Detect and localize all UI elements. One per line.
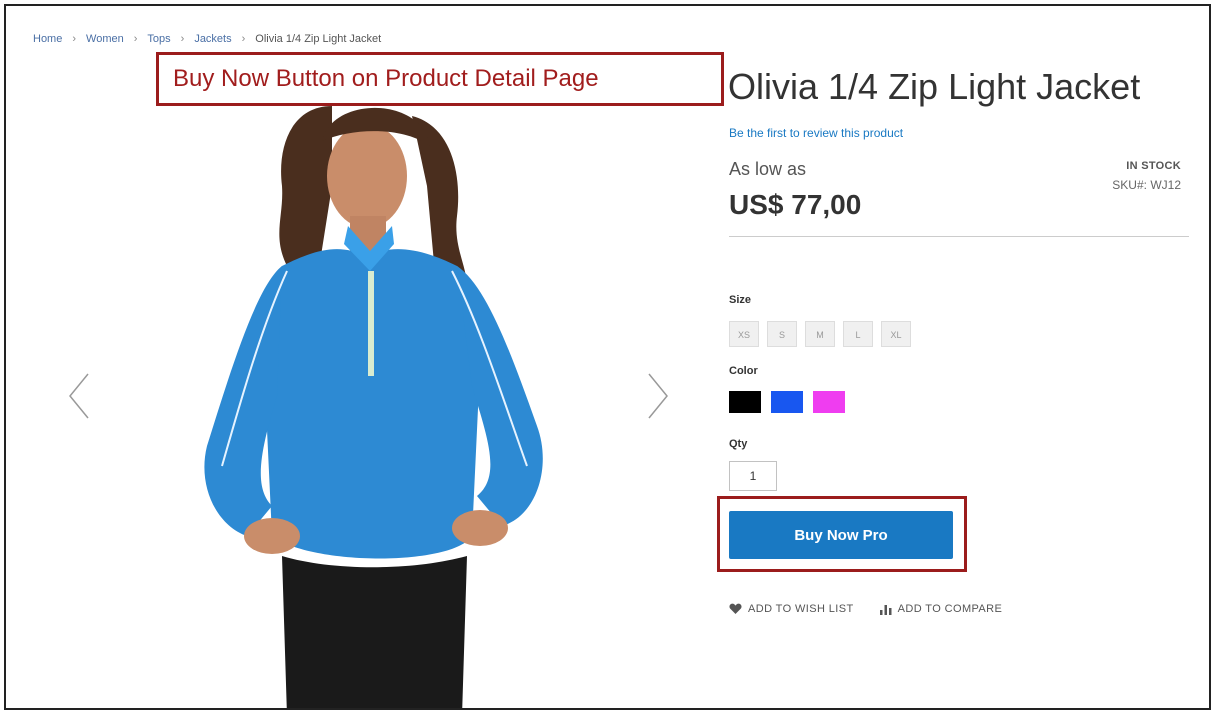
product-image: [204, 106, 543, 708]
size-option-xl[interactable]: XL: [881, 321, 911, 347]
add-to-wishlist-link[interactable]: ADD TO WISH LIST: [729, 603, 854, 615]
size-option-xs[interactable]: XS: [729, 321, 759, 347]
heart-icon: [729, 603, 742, 614]
stock-status: IN STOCK: [1126, 160, 1181, 172]
color-swatch-black[interactable]: [729, 391, 761, 413]
review-link[interactable]: Be the first to review this product: [729, 126, 903, 140]
size-label: Size: [729, 294, 752, 306]
compare-label: ADD TO COMPARE: [897, 603, 1003, 615]
size-option-m[interactable]: M: [805, 321, 835, 347]
qty-input[interactable]: [729, 461, 777, 491]
divider: [729, 236, 1189, 237]
breadcrumb: Home › Women › Tops › Jackets › Olivia 1…: [33, 33, 381, 45]
color-swatch-pink[interactable]: [813, 391, 845, 413]
breadcrumb-tops[interactable]: Tops: [147, 33, 170, 45]
chevron-right-icon: ›: [180, 33, 185, 45]
product-actions: ADD TO WISH LIST ADD TO COMPARE: [729, 603, 1002, 615]
color-swatch-blue[interactable]: [771, 391, 803, 413]
annotation-label: Buy Now Button on Product Detail Page: [156, 52, 724, 106]
product-price: US$ 77,00: [729, 189, 862, 220]
chevron-left-icon[interactable]: [60, 366, 100, 426]
breadcrumb-jackets[interactable]: Jackets: [194, 33, 231, 45]
wishlist-label: ADD TO WISH LIST: [748, 603, 854, 615]
breadcrumb-women[interactable]: Women: [86, 33, 124, 45]
page-frame: Home › Women › Tops › Jackets › Olivia 1…: [4, 4, 1211, 710]
chevron-right-icon: ›: [72, 33, 77, 45]
breadcrumb-current: Olivia 1/4 Zip Light Jacket: [255, 33, 382, 45]
chevron-right-icon: ›: [241, 33, 246, 45]
qty-label: Qty: [729, 438, 748, 450]
color-label: Color: [729, 365, 758, 377]
add-to-compare-link[interactable]: ADD TO COMPARE: [879, 603, 1003, 615]
product-sku: SKU#: WJ12: [1112, 178, 1181, 192]
product-gallery: [32, 66, 712, 708]
chevron-right-icon[interactable]: [637, 366, 677, 426]
size-option-s[interactable]: S: [767, 321, 797, 347]
bar-chart-icon: [879, 605, 892, 615]
size-option-l[interactable]: L: [843, 321, 873, 347]
color-options: [729, 391, 845, 413]
annotation-box: [717, 496, 967, 572]
breadcrumb-home[interactable]: Home: [33, 33, 62, 45]
product-title: Olivia 1/4 Zip Light Jacket: [728, 66, 1141, 107]
price-prefix: As low as: [729, 159, 807, 179]
chevron-right-icon: ›: [133, 33, 138, 45]
size-options: XS S M L XL: [729, 321, 911, 347]
